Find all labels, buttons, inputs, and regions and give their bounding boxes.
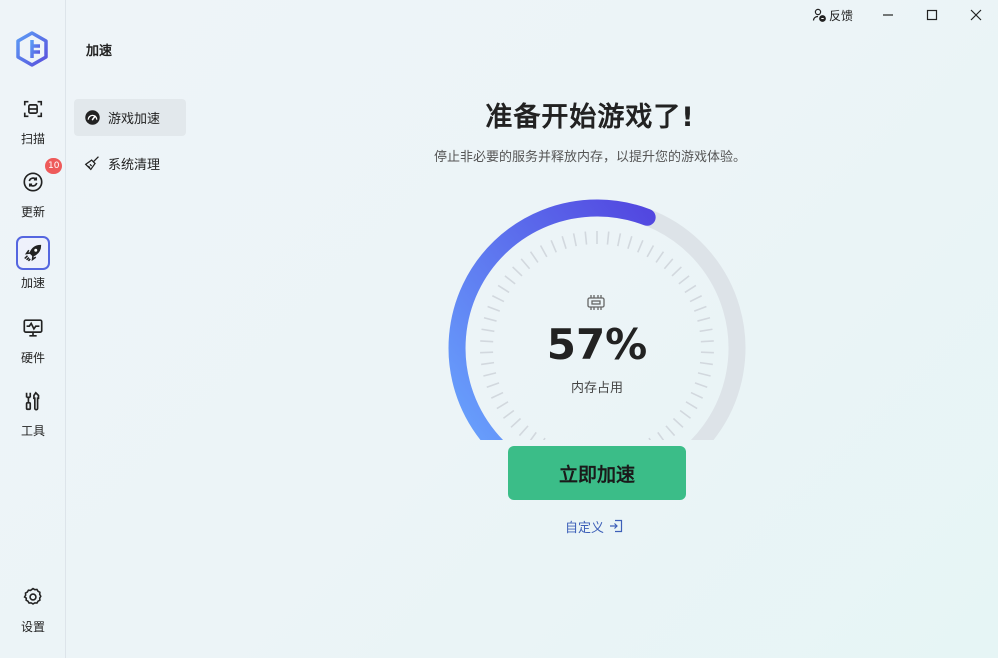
gauge-tick: [584, 231, 588, 245]
memory-usage-label: 内存占用: [570, 381, 623, 396]
memory-chip-icon: [587, 295, 605, 310]
monitor-pulse-icon: [16, 311, 50, 345]
gauge-tick: [481, 328, 495, 333]
feedback-user-icon: [812, 8, 826, 22]
subnav-item-game-boost[interactable]: 游戏加速: [74, 99, 186, 136]
customize-label: 自定义: [565, 520, 605, 536]
sidebar-item-label: 工具: [20, 424, 45, 438]
left-rail: 扫描 10 更新 加速 硬件 工具 设置: [0, 0, 66, 658]
section-title: 加速: [86, 44, 113, 59]
gauge-tick: [512, 266, 523, 277]
gauge-tick: [627, 236, 633, 249]
gauge-tick: [665, 425, 676, 437]
close-icon: [970, 9, 982, 21]
sidebar-item-label: 更新: [20, 205, 45, 219]
subnav-label: 系统清理: [108, 158, 161, 173]
memory-usage-gauge: [448, 199, 746, 440]
page-subtitle: 停止非必要的服务并释放内存，以提升您的游戏体验。: [433, 150, 746, 165]
sidebar-item-update[interactable]: 10 更新: [0, 158, 66, 225]
gauge-tick: [655, 251, 665, 263]
gauge-tick: [520, 258, 531, 270]
gauge-tick: [697, 316, 711, 322]
gauge-tick: [504, 275, 516, 285]
gauge-tick: [646, 245, 655, 258]
gauge-tick: [672, 417, 684, 428]
sidebar-item-label: 设置: [20, 620, 45, 634]
sidebar-item-hardware[interactable]: 硬件: [0, 311, 66, 371]
gauge-tick: [550, 240, 557, 253]
feedback-label: 反馈: [829, 8, 854, 23]
gauge-tick: [572, 233, 577, 247]
gauge-tick: [539, 245, 548, 258]
gauge-tick: [496, 401, 509, 410]
sidebar-item-label: 加速: [20, 276, 45, 290]
tools-icon: [16, 384, 50, 418]
update-count-badge: 10: [45, 158, 63, 174]
gauge-tick: [663, 258, 674, 270]
minimize-button[interactable]: [875, 3, 901, 27]
gauge-tick: [480, 351, 494, 354]
gauge-tick: [671, 266, 682, 277]
gauge-tick: [518, 425, 529, 437]
minimize-icon: [883, 14, 893, 16]
gauge-tick: [700, 351, 714, 354]
sidebar-item-label: 硬件: [20, 351, 45, 365]
gauge-tick: [483, 372, 497, 377]
gauge-tick: [648, 437, 652, 440]
sidebar-item-tools[interactable]: 工具: [0, 384, 66, 444]
enter-arrow-icon: [610, 519, 623, 533]
maximize-icon: [926, 9, 938, 21]
gauge-tick: [487, 305, 501, 312]
gauge-tick: [561, 236, 567, 249]
gauge-tick: [678, 275, 690, 285]
maximize-button[interactable]: [919, 3, 945, 27]
gear-icon: [16, 580, 50, 614]
gauge-tick: [491, 295, 505, 303]
gauge-tick: [699, 328, 713, 333]
gauge-tick: [689, 295, 703, 303]
broom-icon: [84, 156, 99, 171]
gauge-tick: [657, 431, 665, 440]
gauge-tick: [697, 372, 711, 377]
gauge-tick: [679, 409, 692, 419]
rocket-icon: [16, 236, 50, 270]
close-button[interactable]: [963, 3, 989, 27]
gauge-tick: [481, 361, 495, 366]
gauge-tick: [700, 340, 714, 343]
sidebar-item-scan[interactable]: 扫描: [0, 92, 66, 152]
boost-now-button[interactable]: 立即加速: [508, 446, 686, 500]
sidebar-item-boost[interactable]: 加速: [0, 236, 66, 296]
app-logo-icon: [16, 31, 48, 67]
sidebar-item-label: 扫描: [20, 132, 45, 146]
subnav-label: 游戏加速: [108, 112, 161, 127]
gauge-tick: [480, 340, 494, 343]
customize-link[interactable]: 自定义: [565, 517, 623, 536]
speedometer-icon: [85, 110, 100, 125]
page-title: 准备开始游戏了!: [485, 102, 695, 133]
feedback-button[interactable]: 反馈: [812, 6, 853, 24]
subnav-item-system-clean[interactable]: 系统清理: [74, 145, 186, 182]
gauge-tick: [637, 240, 644, 253]
gauge-tick: [529, 431, 537, 440]
gauge-tick: [510, 417, 522, 428]
gauge-tick: [542, 437, 546, 440]
refresh-icon: 10: [16, 158, 63, 199]
gauge-tick: [693, 305, 707, 312]
gauge-tick: [684, 284, 697, 294]
gauge-tick: [529, 251, 539, 263]
gauge-tick: [502, 409, 515, 419]
gauge-tick: [617, 233, 622, 247]
scan-icon: [16, 92, 50, 126]
memory-usage-percent: 57%: [546, 320, 648, 369]
gauge-tick: [483, 316, 497, 322]
gauge-tick: [685, 401, 698, 410]
gauge-tick: [699, 361, 713, 366]
gauge-tick: [606, 231, 610, 245]
gauge-tick: [497, 284, 510, 294]
sidebar-item-settings[interactable]: 设置: [0, 580, 66, 640]
